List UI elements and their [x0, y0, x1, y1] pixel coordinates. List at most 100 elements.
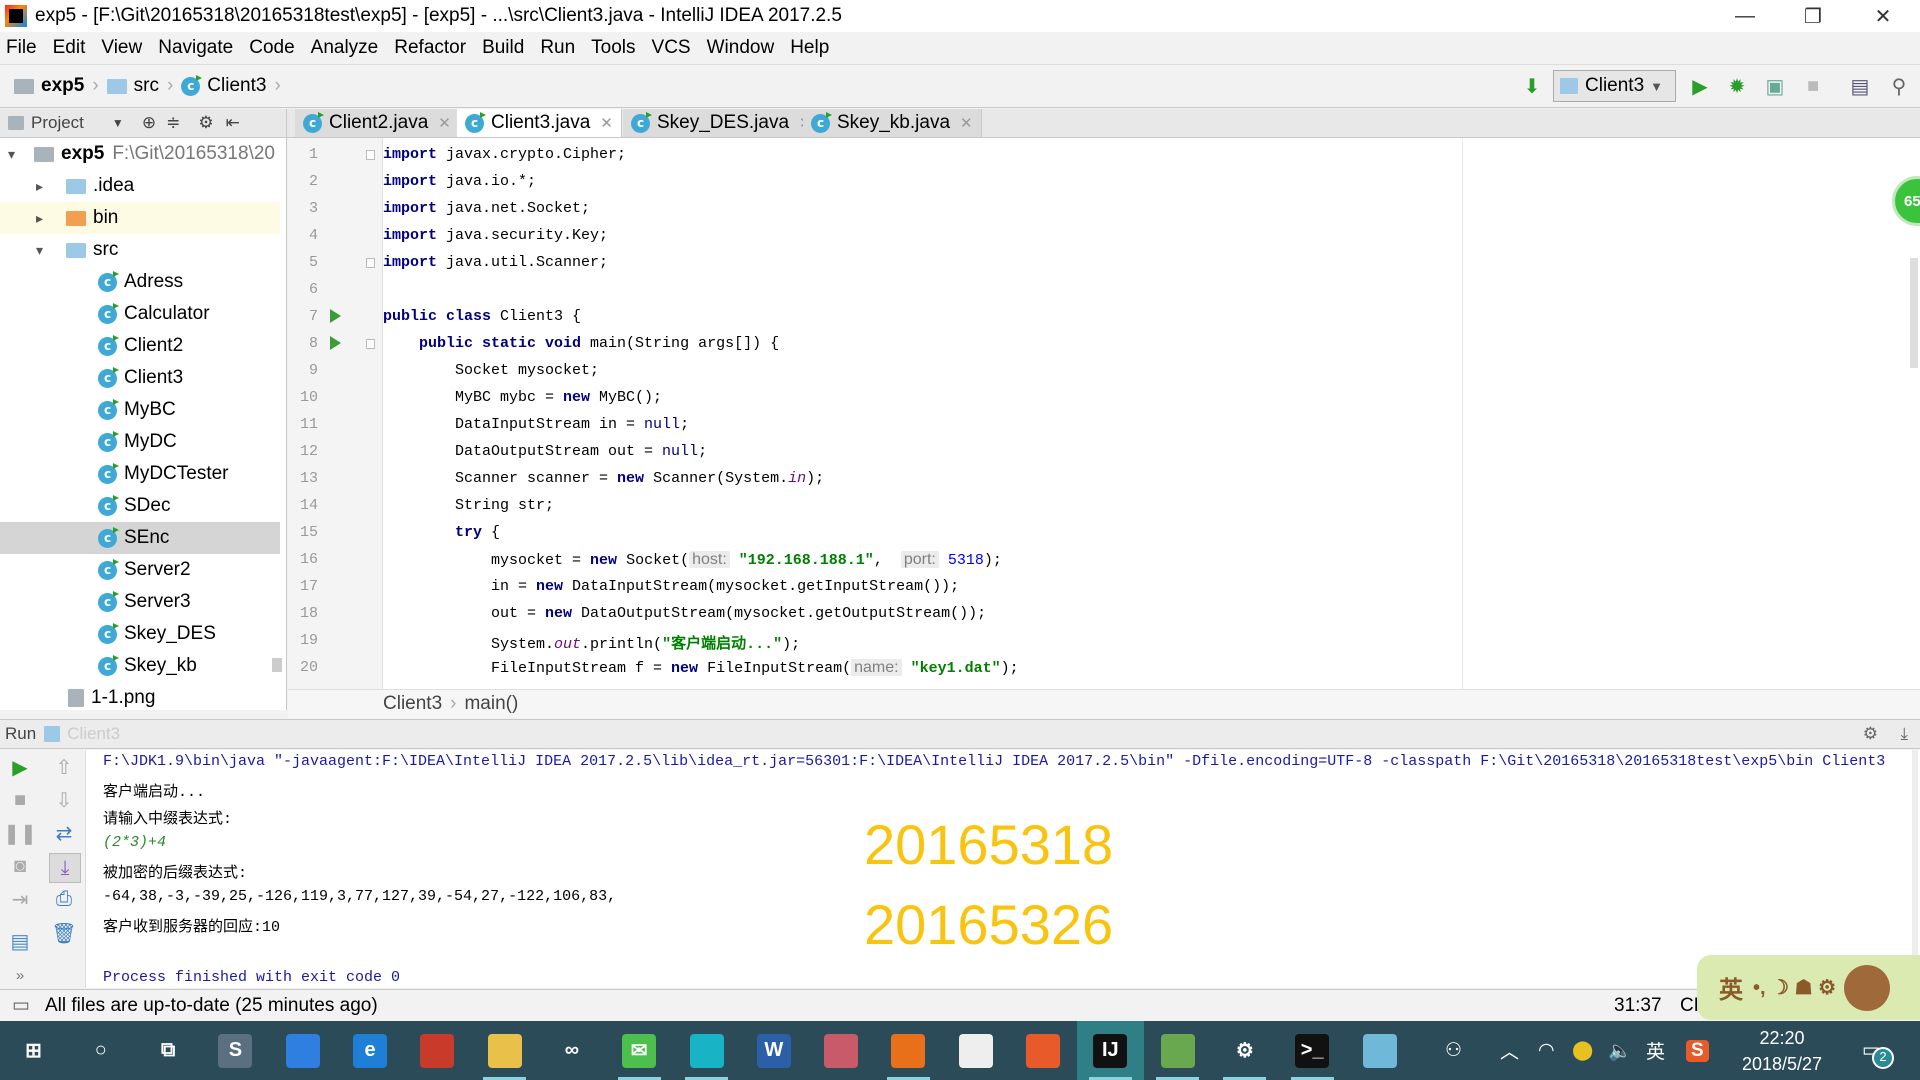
menu-refactor[interactable]: Refactor	[394, 37, 466, 59]
layout-icon[interactable]: ▤	[7, 928, 33, 954]
tree-item-senc[interactable]: c SEnc	[0, 522, 280, 554]
tree-item-client3[interactable]: c Client3	[0, 362, 280, 394]
taskbar-start[interactable]: ⊞	[0, 1021, 67, 1080]
taskbar-firefox[interactable]	[875, 1021, 942, 1080]
menu-view[interactable]: View	[101, 37, 142, 59]
run-tab-client3[interactable]: Client3	[67, 724, 120, 744]
menu-window[interactable]: Window	[707, 37, 775, 59]
soft-wrap-icon[interactable]: ⇄	[51, 820, 77, 846]
tree-item-sdec[interactable]: c SDec	[0, 490, 280, 522]
people-icon[interactable]: ⚇	[1445, 1021, 1462, 1080]
taskbar-app-s[interactable]: S	[202, 1021, 269, 1080]
ime-indicator[interactable]: 英	[1646, 1021, 1665, 1080]
close-tab-icon[interactable]: ✕	[960, 114, 973, 132]
console-output[interactable]: F:\JDK1.9\bin\java "-javaagent:F:\IDEA\I…	[86, 750, 1920, 988]
pause-icon[interactable]: ❚❚	[3, 820, 37, 846]
menu-edit[interactable]: Edit	[53, 37, 86, 59]
hide-panel-icon[interactable]: ⤓	[1900, 724, 1908, 744]
taskbar-snipping[interactable]	[808, 1021, 875, 1080]
coverage-icon[interactable]: ▣	[1763, 74, 1787, 98]
menu-file[interactable]: File	[6, 37, 37, 59]
menu-navigate[interactable]: Navigate	[158, 37, 233, 59]
gear-icon[interactable]: ⚙	[198, 113, 213, 133]
tree-item-adress[interactable]: c Adress	[0, 266, 280, 298]
taskbar-intellij[interactable]: IJ	[1076, 1021, 1144, 1080]
collapse-icon[interactable]: ≑	[166, 113, 180, 133]
ime-widget[interactable]: 英 •, ☽ ☗ ⚙	[1697, 955, 1920, 1020]
clock[interactable]: 22:20 2018/5/27	[1722, 1021, 1842, 1080]
taskbar-explorer[interactable]	[471, 1021, 538, 1080]
menu-analyze[interactable]: Analyze	[311, 37, 379, 59]
tree-item-skey-des[interactable]: c Skey_DES	[0, 618, 280, 650]
gear-icon[interactable]: ⚙	[1863, 724, 1878, 744]
chevron-down-icon[interactable]: ▼	[112, 116, 124, 130]
run-icon[interactable]: ▶	[1688, 74, 1712, 98]
restore-button[interactable]: ❐	[1778, 0, 1848, 32]
crumb-method[interactable]: main()	[464, 693, 518, 715]
close-tab-icon[interactable]: ✕	[600, 114, 613, 132]
editor-scrollbar[interactable]	[1910, 258, 1918, 368]
tree-item-server3[interactable]: c Server3	[0, 586, 280, 618]
taskbar-word[interactable]: W	[740, 1021, 807, 1080]
tree-item-server2[interactable]: c Server2	[0, 554, 280, 586]
rerun-icon[interactable]: ▶	[7, 754, 33, 780]
chevron-down-icon[interactable]: ▾	[36, 242, 43, 259]
run-gutter-icon[interactable]	[330, 309, 341, 323]
taskbar-task-view[interactable]: ⧉	[135, 1021, 202, 1080]
tab-skey_kb[interactable]: c Skey_kb.java ✕	[803, 109, 982, 137]
taskbar-baidu-netdisk[interactable]: ∞	[538, 1021, 605, 1080]
tree-item-mydctester[interactable]: c MyDCTester	[0, 458, 280, 490]
chevron-right-icon[interactable]: ▸	[36, 178, 43, 195]
tree-item-calculator[interactable]: c Calculator	[0, 298, 280, 330]
taskbar-git[interactable]	[1144, 1021, 1211, 1080]
tree-item-exp5[interactable]: exp5 F:\Git\20165318\20	[0, 138, 280, 170]
project-panel-header[interactable]: Project ▼ ⊕ ≑ ⚙ ⇤	[0, 109, 287, 137]
security-tray-icon[interactable]: ⬤	[1572, 1021, 1593, 1080]
nav-crumb-src[interactable]: src	[134, 75, 159, 97]
nav-crumb-client3[interactable]: Client3	[207, 75, 266, 97]
project-structure-icon[interactable]: ▤	[1848, 74, 1872, 98]
scroll-to-end-icon[interactable]: ⤓	[49, 853, 81, 883]
menu-build[interactable]: Build	[482, 37, 524, 59]
menu-help[interactable]: Help	[790, 37, 829, 59]
run-gutter-icon[interactable]	[330, 336, 341, 350]
tree-item-skey-kb[interactable]: c Skey_kb	[0, 650, 280, 682]
stop-icon[interactable]: ■	[7, 787, 33, 813]
debug-icon[interactable]: ✹	[1725, 74, 1749, 98]
print-icon[interactable]: ⎙	[51, 886, 77, 912]
menu-vcs[interactable]: VCS	[652, 37, 691, 59]
build-icon[interactable]: ⬇	[1520, 74, 1544, 98]
taskbar-mail[interactable]	[942, 1021, 1009, 1080]
menu-code[interactable]: Code	[249, 37, 294, 59]
fold-marker-icon[interactable]	[366, 258, 375, 268]
stop-icon[interactable]: ■	[1801, 74, 1825, 98]
down-icon[interactable]: ⇩	[51, 787, 77, 813]
chevron-down-icon[interactable]: ▾	[8, 146, 15, 163]
inspection-badge[interactable]: 65	[1892, 176, 1920, 226]
run-config-dropdown[interactable]: Client3 ▼	[1553, 70, 1676, 102]
fold-marker-icon[interactable]	[366, 339, 375, 349]
taskbar-settings[interactable]: ⚙	[1211, 1021, 1278, 1080]
console-scrollbar[interactable]	[1912, 750, 1918, 988]
taskbar-office[interactable]	[404, 1021, 471, 1080]
taskbar-qq[interactable]	[673, 1021, 740, 1080]
taskbar-feishu[interactable]	[269, 1021, 336, 1080]
tree-item-mydc[interactable]: c MyDC	[0, 426, 280, 458]
trash-icon[interactable]: 🗑	[51, 920, 77, 946]
volume-icon[interactable]: 🔈	[1608, 1021, 1632, 1080]
tree-item-mybc[interactable]: c MyBC	[0, 394, 280, 426]
tray-overflow-icon[interactable]: ︿	[1500, 1021, 1519, 1080]
fold-marker-icon[interactable]	[366, 150, 375, 160]
crumb-class[interactable]: Client3	[383, 693, 442, 715]
nav-crumb-exp5[interactable]: exp5	[41, 75, 84, 97]
exit-icon[interactable]: ⇥	[7, 886, 33, 912]
chevron-right-icon[interactable]: ▸	[36, 210, 43, 227]
notifications-button[interactable]: ▭ 2	[1862, 1021, 1894, 1080]
taskbar-edge[interactable]: e	[337, 1021, 404, 1080]
taskbar-wechat[interactable]: ✉	[606, 1021, 673, 1080]
caret-position[interactable]: 31:37	[1614, 995, 1662, 1017]
dump-threads-icon[interactable]: ◙	[7, 853, 33, 879]
tab-skey_des[interactable]: cSkey_DES.java✕	[623, 109, 821, 137]
up-icon[interactable]: ⇧	[51, 754, 77, 780]
status-toggle-icon[interactable]: ▭	[12, 994, 30, 1017]
